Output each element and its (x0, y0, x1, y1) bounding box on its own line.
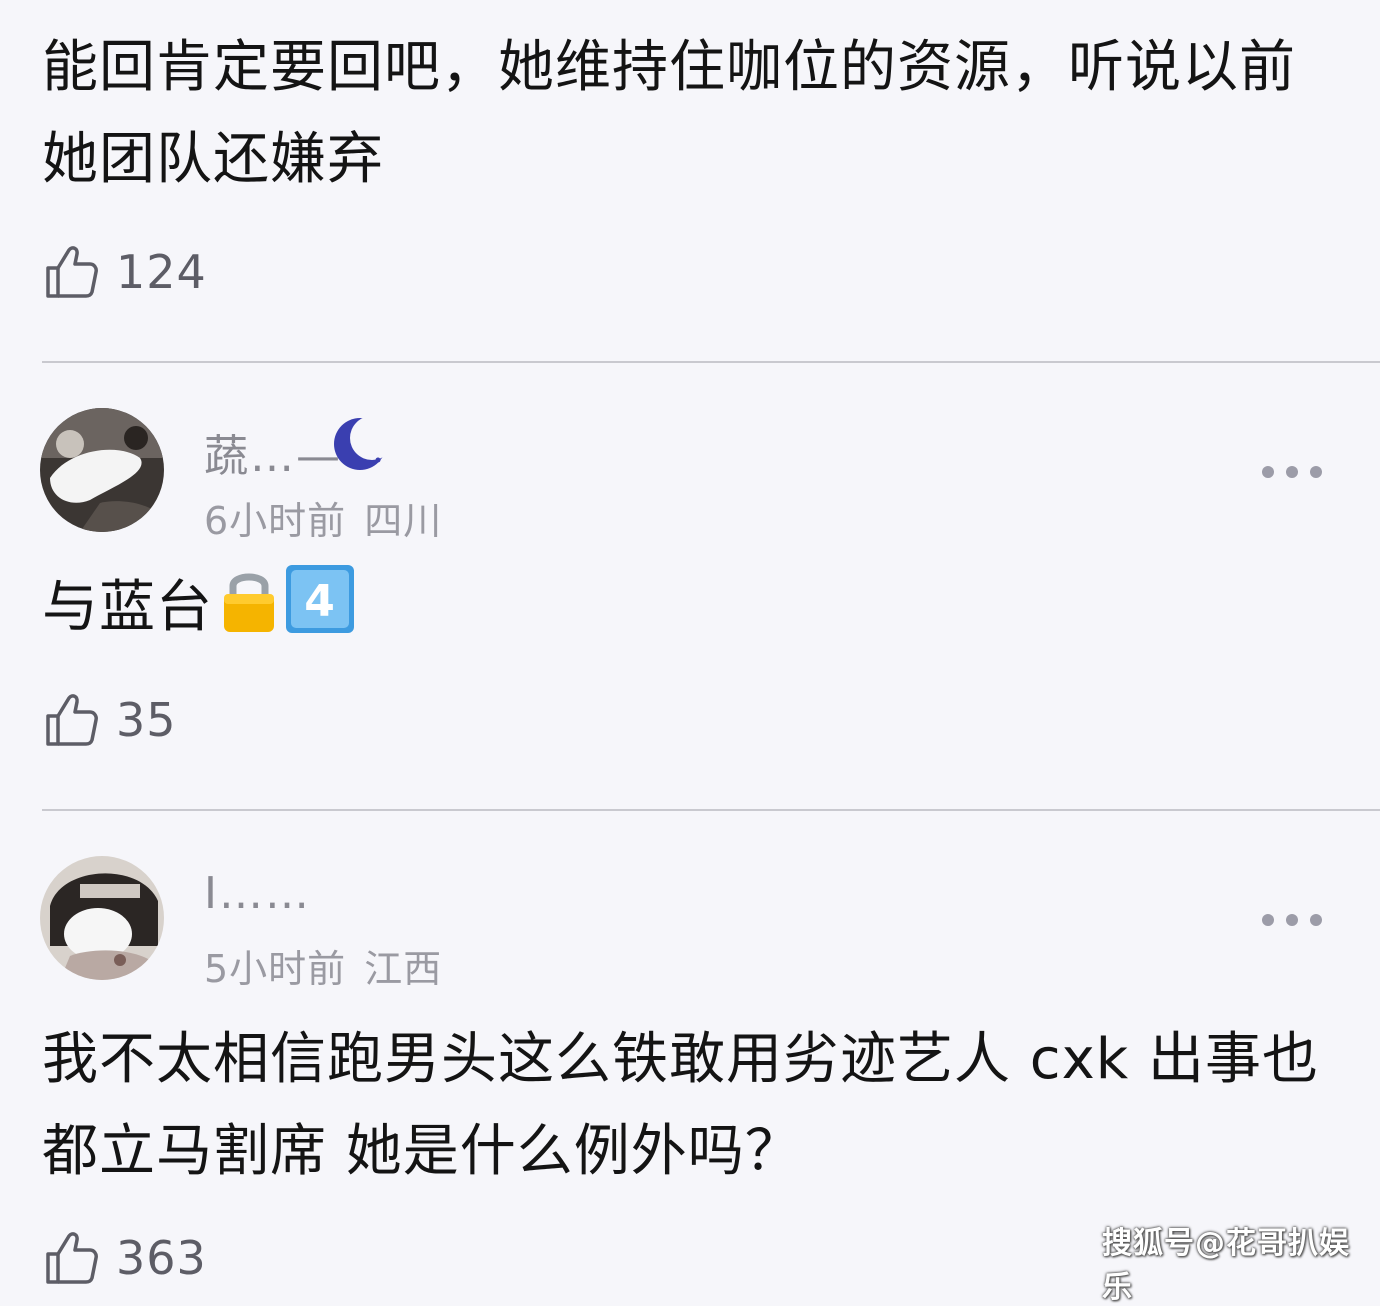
crescent-moon-badge-icon (334, 416, 388, 470)
location: 江西 (364, 947, 443, 991)
divider (42, 361, 1380, 363)
like-count: 35 (116, 693, 177, 747)
thumbs-up-icon (46, 1232, 98, 1284)
thumbs-up-icon (46, 246, 98, 298)
dot-icon (1262, 914, 1274, 926)
dot-icon (1310, 914, 1322, 926)
like-count: 124 (116, 245, 207, 299)
divider (42, 809, 1380, 811)
keycap-digit: 4 (304, 576, 336, 627)
like-button[interactable]: 124 (44, 242, 207, 302)
comment-text: 与蓝台 4 (42, 562, 1332, 654)
thumbs-up-icon (46, 694, 98, 746)
like-count: 363 (116, 1231, 207, 1285)
like-button[interactable]: 35 (44, 690, 177, 750)
avatar[interactable] (40, 856, 164, 980)
lock-emoji-icon (224, 573, 274, 632)
keycap-4-emoji-icon: 4 (286, 565, 354, 633)
timestamp: 6小时前 (204, 499, 347, 543)
avatar[interactable] (40, 408, 164, 532)
comment-meta: 6小时前 四川 (204, 490, 442, 545)
dot-icon (1262, 466, 1274, 478)
like-button[interactable]: 363 (44, 1228, 207, 1288)
dot-icon (1286, 466, 1298, 478)
more-options-button[interactable] (1262, 910, 1322, 930)
dot-icon (1286, 914, 1298, 926)
more-options-button[interactable] (1262, 462, 1322, 482)
comment-text: 我不太相信跑男头这么铁敢用劣迹艺人 cxk 出事也都立马割席 她是什么例外吗？ (42, 1027, 1319, 1184)
watermark: 搜狐号@花哥扒娱乐 (1102, 1226, 1350, 1305)
comment-text: 能回肯定要回吧，她维持住咖位的资源，听说以前她团队还嫌弃 (42, 35, 1296, 192)
username[interactable]: 蔬…— (204, 420, 342, 484)
location: 四川 (364, 499, 443, 543)
dot-icon (1310, 466, 1322, 478)
username[interactable]: I…… (204, 868, 311, 919)
comment-meta: 5小时前 江西 (204, 938, 442, 993)
timestamp: 5小时前 (204, 947, 347, 991)
comment-text-content: 与蓝台 (42, 575, 213, 640)
